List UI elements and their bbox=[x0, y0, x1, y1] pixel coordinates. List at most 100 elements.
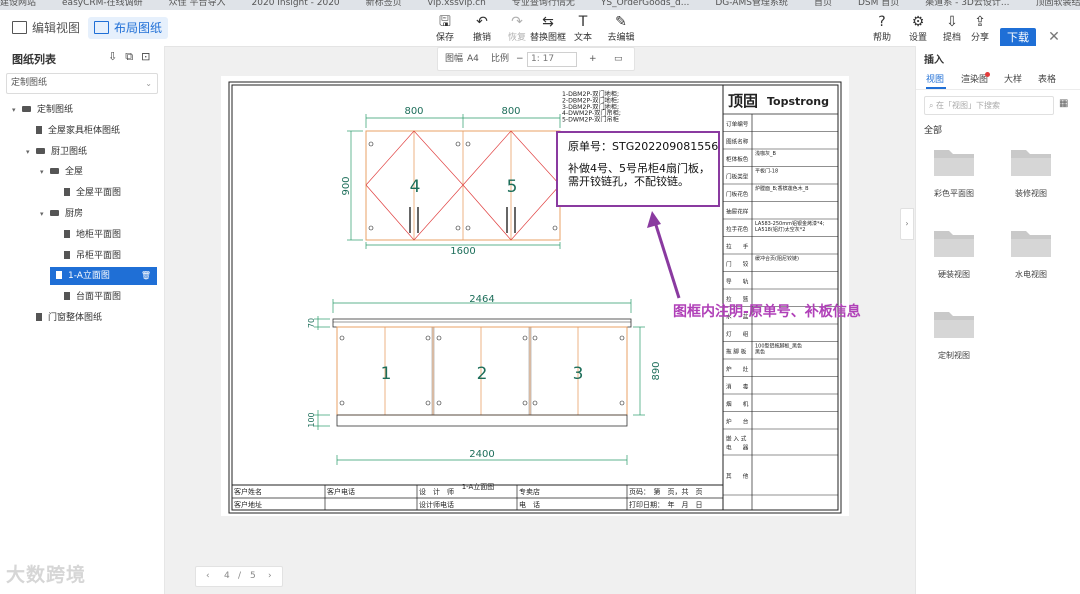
download-button[interactable]: 下载 bbox=[1000, 28, 1036, 48]
cabinet-label-5: 5 bbox=[507, 177, 518, 197]
bookmark-item[interactable]: 首页 bbox=[814, 0, 832, 8]
text-button[interactable]: T 文本 bbox=[563, 14, 603, 43]
replace-frame-icon: ⇆ bbox=[542, 14, 554, 30]
bookmark-item[interactable]: 新标签页 bbox=[366, 0, 402, 8]
callout-line3: 需开铰链孔，不配铰链。 bbox=[568, 175, 689, 188]
bookmark-item[interactable]: 众佳 平台导入 bbox=[169, 0, 226, 8]
bookmark-item[interactable]: 渠道系 - 3D云设计... bbox=[925, 0, 1009, 8]
tab-details[interactable]: 大样 bbox=[1004, 72, 1022, 85]
sheet-type-value: 定制图纸 bbox=[11, 78, 48, 88]
dim-lower-top: 2464 bbox=[469, 294, 494, 305]
tree-item[interactable]: 地柜平面图 bbox=[54, 226, 121, 244]
upper-cabinet: 4 5 bbox=[365, 130, 561, 241]
tool-label: 分享 bbox=[970, 33, 989, 43]
tree-folder[interactable]: ▾ 厨卫图纸 bbox=[26, 143, 87, 161]
scale-input[interactable]: 1: 17 bbox=[527, 52, 577, 67]
sheet-list-title: 图纸列表 bbox=[12, 53, 56, 66]
tool-label: 文本 bbox=[573, 33, 592, 43]
caret-down-icon[interactable]: ▾ bbox=[26, 143, 36, 161]
caret-down-icon[interactable]: ▾ bbox=[12, 101, 22, 119]
file-icon bbox=[64, 229, 70, 238]
prev-page-icon[interactable]: ‹ bbox=[206, 567, 210, 586]
collapse-panel-icon[interactable]: › bbox=[900, 208, 914, 240]
tree-item[interactable]: 全屋平面图 bbox=[54, 184, 121, 202]
footer-label: 页码： 第 页，共 页 bbox=[629, 487, 703, 496]
folder-icon bbox=[934, 312, 974, 338]
bookmark-item[interactable]: DG-AMS管理系统 bbox=[715, 0, 788, 8]
paper-size-value[interactable]: A4 bbox=[467, 48, 479, 70]
thumbnail-label: 彩色平面图 bbox=[934, 189, 974, 198]
side-table-label: 电 器 bbox=[726, 444, 749, 452]
tab-renders[interactable]: 渲染图 bbox=[961, 72, 988, 85]
view-thumbnail[interactable]: 水电视图 bbox=[1001, 227, 1061, 280]
edit-view-button[interactable]: 编辑视图 bbox=[6, 17, 86, 39]
caret-down-icon[interactable]: ▾ bbox=[40, 205, 50, 223]
sheet-type-select[interactable]: 定制图纸 ⌄ bbox=[6, 73, 158, 94]
tree-item[interactable]: 吊柜平面图 bbox=[54, 247, 121, 265]
trash-icon[interactable]: 🗑 bbox=[141, 267, 151, 285]
bookmark-item[interactable]: 专业查询行情无 bbox=[512, 0, 575, 8]
new-file-icon[interactable]: ⊡ bbox=[141, 50, 158, 63]
side-table-label: 消 毒 bbox=[726, 382, 749, 390]
side-table-value: LA518(铝灯)太空灰*2 bbox=[755, 226, 805, 233]
bookmark-item[interactable]: YS_OrderGoods_d... bbox=[601, 0, 689, 8]
close-icon[interactable]: ✕ bbox=[1044, 27, 1064, 47]
print-icon[interactable]: ▭ bbox=[614, 48, 623, 70]
import-icon[interactable]: ⇩ bbox=[108, 50, 125, 63]
next-page-icon[interactable]: › bbox=[268, 567, 272, 586]
current-page: 4 bbox=[224, 571, 230, 581]
dim-upper-total: 1600 bbox=[450, 246, 475, 257]
undo-button[interactable]: ↶ 撤销 bbox=[462, 14, 502, 43]
bookmark-item[interactable]: easyCRM-在线调研 bbox=[62, 0, 143, 8]
bookmark-item[interactable]: 顶固软装结构库 bbox=[1035, 0, 1080, 8]
zoom-in-icon[interactable]: + bbox=[589, 48, 597, 70]
view-thumbnail[interactable]: 彩色平面图 bbox=[924, 146, 984, 199]
settings-button[interactable]: ⚙ 设置 bbox=[903, 14, 933, 43]
tree-label: 全屋平面图 bbox=[76, 188, 122, 199]
tree-folder[interactable]: ▾ 全屋 bbox=[40, 163, 83, 181]
tree-folder[interactable]: ▾ 定制图纸 bbox=[12, 101, 73, 119]
tree-label: 门窗整体图纸 bbox=[48, 313, 103, 323]
bookmark-item[interactable]: 2020 Insight - 2020 bbox=[252, 0, 340, 8]
tree-item[interactable]: 全屋家具柜体图纸 bbox=[26, 122, 120, 140]
grid-view-icon[interactable]: ▦ bbox=[1059, 98, 1068, 109]
tool-label: 帮助 bbox=[872, 33, 891, 43]
bookmark-item[interactable]: vip.xssvip.cn bbox=[428, 0, 486, 8]
view-thumbnail[interactable]: 硬装视图 bbox=[924, 227, 984, 280]
cabinet-label-4: 4 bbox=[410, 177, 421, 197]
save-button[interactable]: 🖫 保存 bbox=[425, 14, 465, 43]
bookmark-item[interactable]: 建设网站 bbox=[0, 0, 36, 8]
file-icon bbox=[36, 125, 42, 134]
tree-label: 1-A立面图 bbox=[68, 271, 110, 282]
caret-down-icon[interactable]: ▾ bbox=[40, 163, 50, 181]
view-thumbnail[interactable]: 装修视图 bbox=[1001, 146, 1061, 199]
footer-label: 客户地址 bbox=[234, 500, 262, 509]
replace-frame-button[interactable]: ⇆ 替换图框 bbox=[528, 14, 568, 43]
add-sheet-icon[interactable]: ⧉ bbox=[125, 50, 141, 63]
help-button[interactable]: ? 帮助 bbox=[867, 14, 897, 43]
tree-item[interactable]: 1-A立面图 🗑 bbox=[50, 267, 157, 286]
layout-view-button[interactable]: 布局图纸 bbox=[88, 17, 169, 39]
edit-button[interactable]: ✎ 去编辑 bbox=[601, 14, 641, 43]
view-search-input[interactable]: ⌕ 在「视图」下搜索 bbox=[924, 96, 1054, 115]
tab-divider bbox=[916, 89, 1080, 90]
scale-bar: 图幅 A4 比例 − 1: 17 + ▭ bbox=[437, 47, 635, 71]
footer-label: 专卖店 bbox=[519, 487, 540, 496]
tree-item[interactable]: 门窗整体图纸 bbox=[26, 309, 102, 327]
tab-tables[interactable]: 表格 bbox=[1038, 72, 1056, 85]
bookmark-item[interactable]: DSM 首页 bbox=[858, 0, 899, 8]
upper-dimensions bbox=[347, 114, 561, 249]
side-table-value: 缓冲合页(阻尼铰链) bbox=[755, 255, 799, 262]
scale-label: 比例 bbox=[491, 54, 510, 64]
tree-folder[interactable]: ▾ 厨房 bbox=[40, 205, 83, 223]
total-pages: 5 bbox=[250, 571, 256, 581]
zoom-out-icon[interactable]: − bbox=[516, 48, 524, 70]
side-table-value: 浅咖灰_B bbox=[755, 150, 777, 157]
view-thumbnail[interactable]: 定制视图 bbox=[924, 308, 984, 361]
side-table-label: 灯 组 bbox=[726, 330, 749, 338]
share-button[interactable]: ⇩ 提档 bbox=[937, 14, 967, 43]
tab-views[interactable]: 视图 bbox=[926, 72, 944, 85]
section-all: 全部 bbox=[924, 126, 943, 136]
upload-button[interactable]: ⇪ 分享 bbox=[965, 14, 995, 43]
tree-item[interactable]: 台面平面图 bbox=[54, 288, 121, 306]
